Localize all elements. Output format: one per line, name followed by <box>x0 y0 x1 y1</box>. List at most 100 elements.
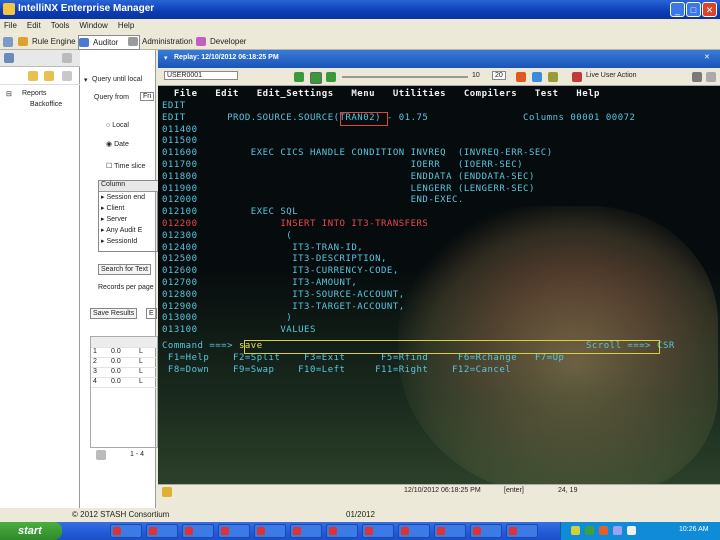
copyright: © 2012 STASH Consortium <box>72 510 170 519</box>
timeline-slider[interactable] <box>342 76 468 78</box>
tree-child[interactable]: Backoffice <box>30 101 62 108</box>
taskbar-item[interactable] <box>290 524 322 538</box>
terminal-line: 012000 END-EXEC. <box>162 195 464 206</box>
first-page-icon[interactable] <box>96 450 106 460</box>
play-icon[interactable] <box>310 72 322 84</box>
taskbar-item[interactable] <box>362 524 394 538</box>
start-button[interactable]: start <box>0 522 62 540</box>
app-icon <box>473 527 481 535</box>
column-item[interactable]: ▸ Any Audit E <box>101 226 142 234</box>
search-text-button[interactable]: Search for Text <box>98 264 151 275</box>
perspective-icon[interactable] <box>3 37 13 47</box>
menu-file[interactable]: File <box>4 19 17 32</box>
minimize-button[interactable]: _ <box>670 2 685 17</box>
column-header: Column <box>99 181 159 192</box>
row-type: L <box>139 348 143 355</box>
expand-icon[interactable]: ⊟ <box>6 90 12 98</box>
status-lock-icon <box>162 487 172 497</box>
tree-root[interactable]: Reports <box>22 90 47 97</box>
start-label: start <box>18 525 42 537</box>
live-user-action[interactable]: Live User Action <box>586 72 637 79</box>
column-item[interactable]: ▸ SessionId <box>101 237 137 245</box>
radio-date[interactable]: ◉ Date <box>106 140 129 148</box>
column-item[interactable]: ▸ Server <box>101 215 127 223</box>
taskbar-item[interactable] <box>326 524 358 538</box>
row-type: L <box>139 378 143 385</box>
tab-administration[interactable]: Administration <box>128 35 206 48</box>
tray-icon[interactable] <box>613 526 622 535</box>
tray-icon[interactable] <box>571 526 580 535</box>
reports-tree-pane: ⊟ Reports Backoffice <box>0 50 80 508</box>
terminal-line: 012300 ( <box>162 230 293 241</box>
time-slice-label: Time slice <box>114 163 146 170</box>
close-view-icon[interactable]: ✕ <box>704 53 710 61</box>
back-icon[interactable] <box>294 72 304 82</box>
counter-b[interactable]: 20 <box>492 71 506 80</box>
tray-icon[interactable] <box>627 526 636 535</box>
taskbar-item[interactable] <box>254 524 286 538</box>
command-input[interactable] <box>244 340 660 354</box>
query-title: Query until local <box>92 76 143 83</box>
command-label: Command ===> <box>162 341 234 351</box>
tab-save-results[interactable]: Save Results <box>90 308 138 319</box>
taskbar-item[interactable] <box>506 524 538 538</box>
terminal-line: F8=Down F9=Swap F10=Left F11=Right F12=C… <box>162 365 512 375</box>
taskbar-item[interactable] <box>110 524 142 538</box>
terminal-line: 011600 EXEC CICS HANDLE CONDITION INVREQ… <box>162 148 553 159</box>
taskbar-item[interactable] <box>398 524 430 538</box>
row-type: L <box>139 358 143 365</box>
radio-local[interactable]: ○ Local <box>106 122 129 129</box>
app-icon <box>293 527 301 535</box>
terminal-line: 012200 INSERT INTO IT3-TRANSFERS <box>162 219 429 229</box>
folder-icon[interactable] <box>28 71 38 81</box>
record-icon[interactable] <box>516 72 526 82</box>
minimize-view-icon[interactable] <box>62 53 72 63</box>
replay-tab[interactable]: Replay: 12/10/2012 06:18:25 PM <box>174 54 279 61</box>
terminal-line: F1=Help F2=Split F3=Exit F5=Rfind F6=Rch… <box>162 353 565 363</box>
terminal-screen[interactable]: File Edit Edit_Settings Menu Utilities C… <box>158 86 720 484</box>
menu-tools[interactable]: Tools <box>51 19 70 32</box>
folder-open-icon[interactable] <box>44 71 54 81</box>
taskbar-item[interactable] <box>218 524 250 538</box>
taskbar-item[interactable] <box>434 524 466 538</box>
settings-icon[interactable] <box>548 72 558 82</box>
window-title: IntelliNX Enterprise Manager <box>18 3 155 14</box>
title-bar: IntelliNX Enterprise Manager _ □ ✕ <box>0 0 720 19</box>
app-icon <box>221 527 229 535</box>
dropdown-arrow-icon[interactable]: ▾ <box>84 76 88 84</box>
replay-toolbar: USER0001 10 20 Live User Action <box>158 68 720 86</box>
terminal-line: 012900 IT3-TARGET-ACCOUNT, <box>162 301 405 312</box>
refresh-icon[interactable] <box>532 72 542 82</box>
tab-developer[interactable]: Developer <box>196 35 266 48</box>
taskbar-item[interactable] <box>146 524 178 538</box>
terminal-line: 011900 LENGERR (LENGERR-SEC) <box>162 183 535 194</box>
view-icon[interactable] <box>4 53 14 63</box>
time-slice-checkbox[interactable]: ☐ Time slice <box>106 162 145 170</box>
tray-icon[interactable] <box>599 526 608 535</box>
collapse-icon[interactable] <box>62 71 72 81</box>
table-row[interactable]: 4 0.0 L <box>91 377 157 388</box>
column-item[interactable]: ▸ Session end <box>101 193 145 201</box>
column-item-label: Server <box>106 216 128 223</box>
menu-edit[interactable]: Edit <box>27 19 41 32</box>
column-item[interactable]: ▸ Client <box>101 204 124 212</box>
menu-window[interactable]: Window <box>79 19 107 32</box>
tray-icon[interactable] <box>585 526 594 535</box>
view-menu-icon[interactable]: ▾ <box>164 54 168 62</box>
from-select[interactable]: Fri <box>140 92 155 101</box>
tab-label: Developer <box>210 37 247 46</box>
row-number: 1 <box>93 348 97 355</box>
tab-e[interactable]: E <box>146 308 157 319</box>
action-icon[interactable] <box>572 72 582 82</box>
taskbar-item[interactable] <box>182 524 214 538</box>
maximize-button[interactable]: □ <box>686 2 701 17</box>
close-button[interactable]: ✕ <box>702 2 717 17</box>
taskbar-item[interactable] <box>470 524 502 538</box>
user-field[interactable]: USER0001 <box>164 71 238 80</box>
view-options-icon[interactable] <box>692 72 702 82</box>
forward-icon[interactable] <box>326 72 336 82</box>
maximize-view-icon[interactable] <box>706 72 716 82</box>
row-type: L <box>139 368 143 375</box>
app-icon <box>365 527 373 535</box>
menu-help[interactable]: Help <box>118 19 134 32</box>
